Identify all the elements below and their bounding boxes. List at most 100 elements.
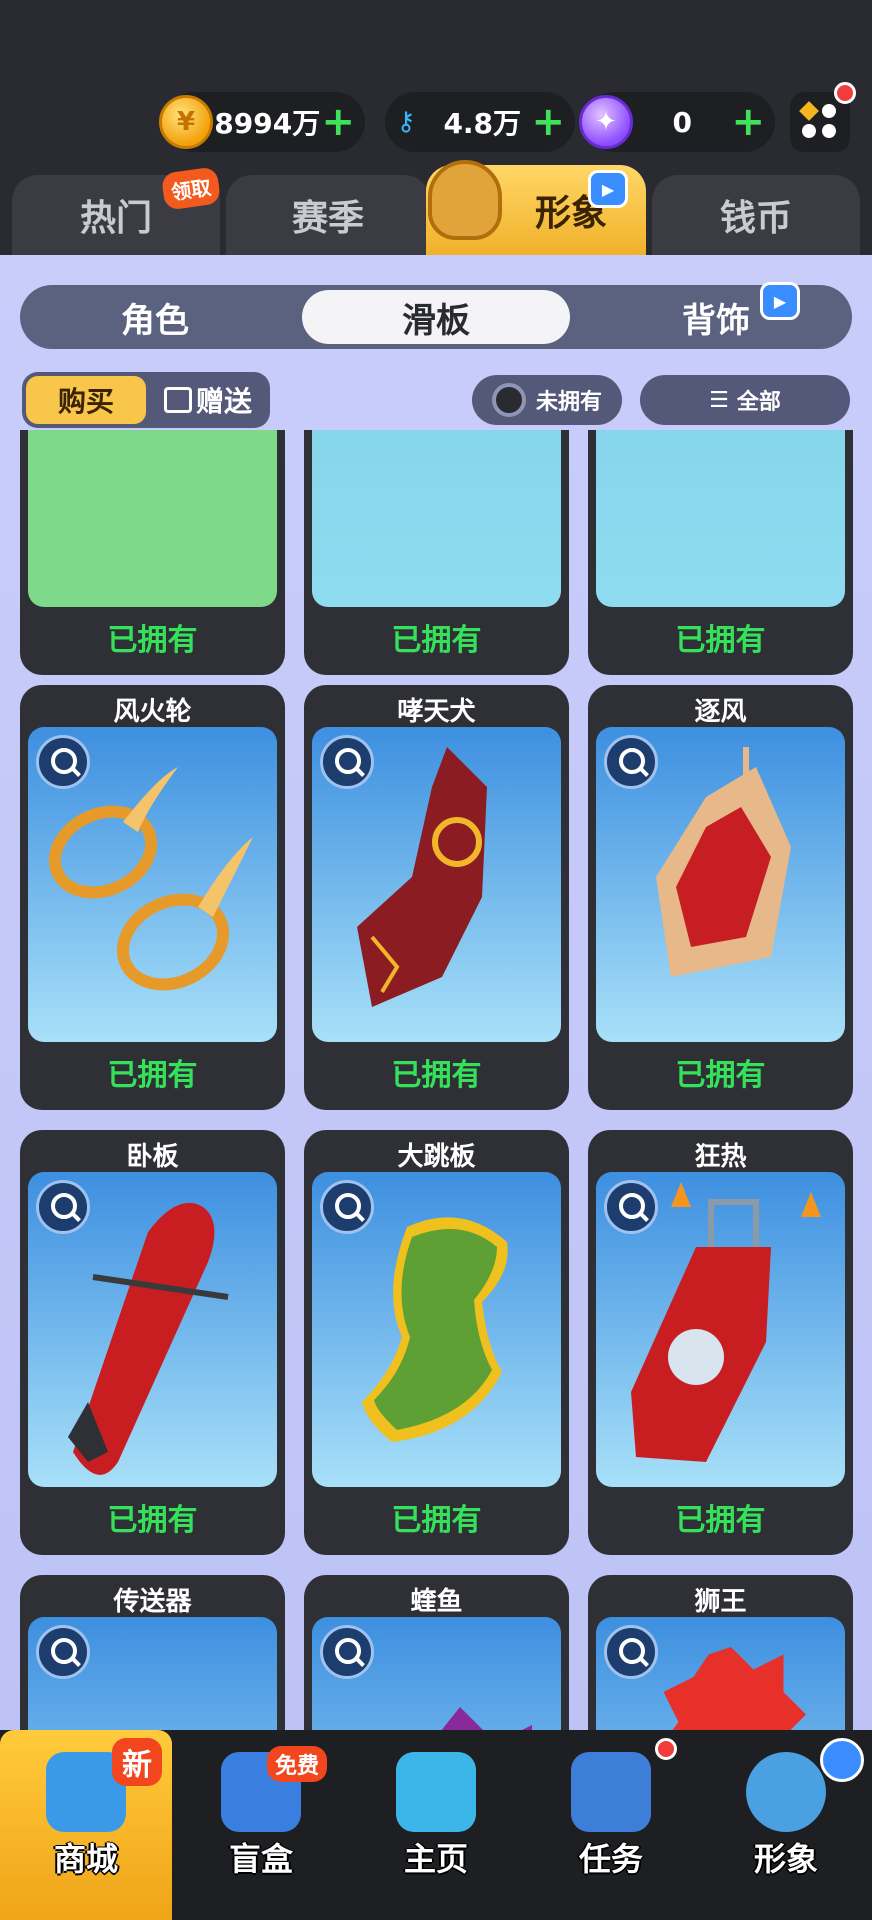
item-card[interactable]: 蝰鱼 (304, 1575, 569, 1730)
owned-status: 已拥有 (391, 623, 482, 658)
coin-counter[interactable]: ¥ 8994万 + (159, 92, 365, 152)
nav-shop[interactable]: 新 商城 (0, 1730, 172, 1920)
key-value: 4.8万 (443, 107, 522, 140)
nav-appearance[interactable]: 形象 (700, 1730, 872, 1920)
nav-label: 盲盒 (228, 1840, 293, 1878)
item-image (312, 1617, 561, 1730)
grid-dot (822, 124, 836, 138)
item-name: 大跳板 (397, 1142, 476, 1172)
add-coins-button[interactable]: + (321, 102, 355, 142)
item-card[interactable]: 大跳板 已拥有 (304, 1130, 569, 1555)
subtab-backpack[interactable]: 背饰 (580, 285, 852, 349)
zoom-icon[interactable] (604, 1625, 658, 1679)
frenzy-model (631, 1182, 821, 1462)
item-card[interactable]: 逐风 已拥有 (588, 685, 853, 1110)
item-name: 风火轮 (113, 697, 192, 727)
filter-not-owned-label: 未拥有 (535, 390, 602, 415)
buy-button[interactable]: 购买 (26, 376, 146, 424)
item-image (28, 1172, 277, 1487)
buy-label: 购买 (57, 385, 114, 418)
owned-status: 已拥有 (391, 1503, 482, 1538)
gem-value: 0 (672, 105, 692, 139)
gem-counter[interactable]: ✦ 0 + (579, 92, 775, 152)
add-keys-button[interactable]: + (531, 102, 565, 142)
item-card[interactable]: 狂热 已拥有 (588, 1130, 853, 1555)
item-image (312, 430, 561, 607)
nav-tasks[interactable]: 任务 (525, 1730, 697, 1920)
gift-label: 赠送 (195, 385, 252, 418)
top-currency-bar: ¥ 8994万 + ⚷ 4.8万 + ✦ 0 + (0, 0, 872, 160)
owned-status: 已拥有 (675, 1058, 766, 1093)
gift-button[interactable]: 赠送 (150, 376, 266, 424)
item-card[interactable]: 哮天犬 已拥有 (304, 685, 569, 1110)
timer-icon (820, 1738, 864, 1782)
video-ad-icon[interactable]: ▶ (588, 170, 628, 208)
tab-season[interactable]: 赛季 (226, 175, 430, 255)
key-counter[interactable]: ⚷ 4.8万 + (385, 92, 575, 152)
tab-coins[interactable]: 钱币 (652, 175, 860, 255)
item-image (312, 1172, 561, 1487)
lying-board-model (68, 1202, 229, 1475)
item-name: 哮天犬 (397, 697, 476, 727)
item-card[interactable]: 狮王 (588, 1575, 853, 1730)
item-image (596, 1172, 845, 1487)
filter-all-dropdown[interactable]: ☰ 全部 (640, 375, 850, 425)
more-menu-button[interactable] (790, 82, 856, 152)
item-card[interactable]: 已拥有 (20, 430, 285, 675)
add-gems-button[interactable]: + (731, 102, 765, 142)
new-badge: 新 (112, 1738, 162, 1786)
video-ad-icon[interactable]: ▶ (760, 282, 800, 320)
item-image (28, 1617, 277, 1730)
coin-icon: ¥ (159, 95, 213, 149)
radio-icon (491, 383, 526, 417)
nav-label: 商城 (53, 1840, 118, 1878)
owned-status: 已拥有 (107, 1503, 198, 1538)
nav-blind-box[interactable]: 免费 盲盒 (175, 1730, 347, 1920)
item-name: 狮王 (694, 1587, 747, 1617)
nav-label: 任务 (578, 1840, 643, 1878)
item-name: 蝰鱼 (410, 1587, 463, 1617)
owned-status: 已拥有 (675, 623, 766, 658)
shop-content: 角色 滑板 背饰 ▶ 购买 赠送 未拥有 ☰ 全部 已拥有 已拥有 已拥有 风火… (0, 255, 872, 1730)
subtab-label: 角色 (121, 300, 189, 341)
gem-icon: ✦ (579, 95, 633, 149)
item-card[interactable]: 卧板 已拥有 (20, 1130, 285, 1555)
owned-status: 已拥有 (107, 1058, 198, 1093)
free-badge: 免费 (267, 1746, 328, 1782)
item-card[interactable]: 风火轮 已拥有 (20, 685, 285, 1110)
grid-dot (802, 124, 816, 138)
item-image (28, 727, 277, 1042)
item-type-tabs: 角色 滑板 背饰 (20, 285, 852, 349)
filter-all-label: 全部 (736, 390, 781, 415)
zoom-icon[interactable] (36, 1625, 90, 1679)
nav-home[interactable]: 主页 (350, 1730, 522, 1920)
subtab-label: 滑板 (402, 300, 470, 341)
item-name: 卧板 (126, 1142, 179, 1172)
item-card[interactable]: 传送器 (20, 1575, 285, 1730)
owned-status: 已拥有 (391, 1058, 482, 1093)
item-card[interactable]: 已拥有 (304, 430, 569, 675)
nav-label: 主页 (403, 1840, 468, 1878)
subtab-character[interactable]: 角色 (20, 285, 290, 349)
filter-not-owned[interactable]: 未拥有 (472, 375, 622, 425)
sky-dog-model (357, 747, 487, 1007)
star-book-icon (571, 1752, 651, 1832)
zoom-icon[interactable] (320, 1625, 374, 1679)
grid-dot (822, 104, 836, 118)
item-image (312, 727, 561, 1042)
owned-status: 已拥有 (675, 1503, 766, 1538)
item-name: 狂热 (694, 1142, 747, 1172)
tab-label: 钱币 (719, 198, 792, 239)
subtab-skateboard[interactable]: 滑板 (302, 290, 570, 344)
nav-label: 形象 (753, 1840, 818, 1878)
item-image (28, 430, 277, 607)
item-card[interactable]: 已拥有 (588, 430, 853, 675)
star-icon (799, 101, 819, 121)
notification-dot (655, 1738, 677, 1760)
list-icon: ☰ (709, 387, 729, 413)
mascot-icon (428, 160, 502, 240)
gift-icon (163, 387, 192, 413)
fire-wheels-model (48, 767, 253, 991)
bottom-navigation: 新 商城 免费 盲盒 主页 任务 形象 (0, 1730, 872, 1920)
subtab-label: 背饰 (682, 300, 750, 341)
